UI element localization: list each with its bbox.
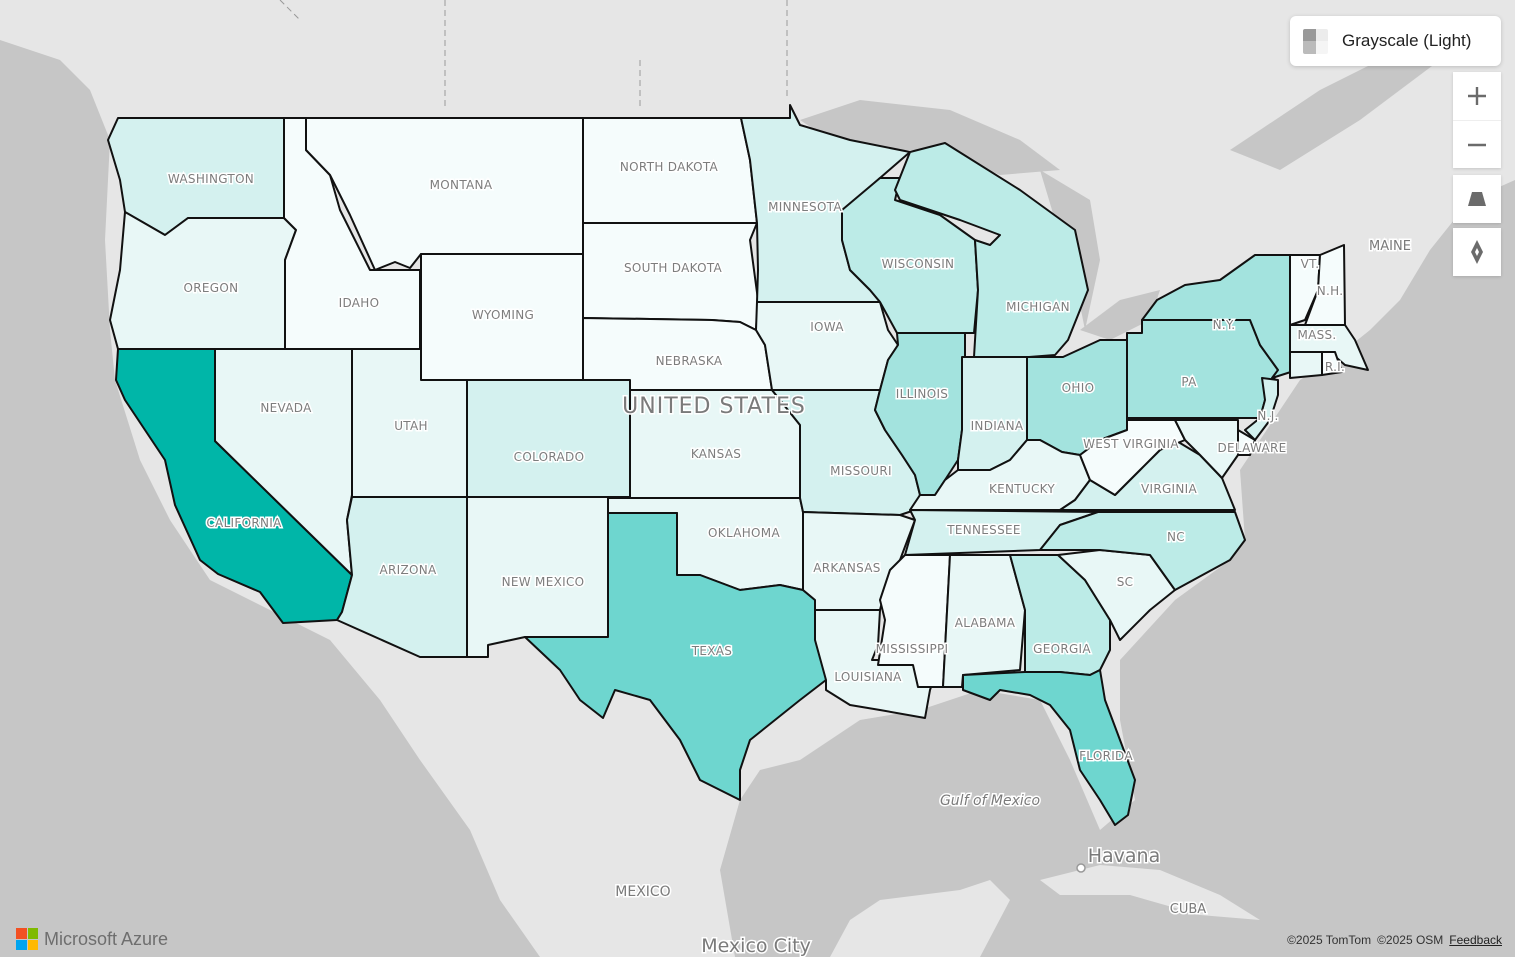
state-label: OKLAHOMA (708, 526, 780, 540)
state-label: MICHIGAN (1006, 300, 1070, 314)
state-label: WISCONSIN (882, 257, 955, 271)
country-label: UNITED STATES (622, 394, 806, 419)
state-label: ALABAMA (955, 616, 1016, 630)
state-label: UTAH (394, 419, 428, 433)
state-label: N.H. (1317, 284, 1344, 298)
map-style-picker[interactable]: Grayscale (Light) (1290, 16, 1501, 66)
pitch-icon (1468, 192, 1486, 206)
havana-label: Havana (1088, 845, 1161, 867)
state-label: NC (1167, 530, 1185, 544)
zoom-out-button[interactable] (1453, 121, 1501, 169)
state-label: MISSOURI (830, 464, 892, 478)
state-label: WASHINGTON (168, 172, 254, 186)
state-label: IOWA (810, 320, 844, 334)
state-label: ARKANSAS (813, 561, 880, 575)
map-canvas[interactable]: WASHINGTON OREGON CALIFORNIA NEVADA IDAHO MON… (0, 0, 1515, 957)
pitch-control (1453, 175, 1501, 223)
state-label: N.Y. (1213, 318, 1236, 332)
mexico-city-label: Mexico City (701, 935, 811, 957)
state-label: NEW MEXICO (502, 575, 585, 589)
state-label: ILLINOIS (896, 387, 948, 401)
zoom-in-button[interactable] (1453, 72, 1501, 121)
state-label: LOUISIANA (834, 670, 902, 684)
attrib-tomtom: ©2025 TomTom (1287, 933, 1372, 947)
state-label: INDIANA (971, 419, 1024, 433)
state-colorado[interactable] (466, 379, 631, 498)
state-label: CALIFORNIA (206, 516, 282, 530)
state-label: DELAWARE (1217, 441, 1286, 455)
state-label: KENTUCKY (989, 482, 1055, 496)
logo-text: Microsoft Azure (44, 928, 169, 949)
state-label: MASS. (1297, 328, 1336, 342)
state-label: WEST VIRGINIA (1083, 437, 1179, 451)
state-label: WYOMING (472, 308, 534, 322)
minus-icon (1468, 143, 1486, 147)
compass-icon (1471, 240, 1483, 264)
gulf-label: Gulf of Mexico (940, 793, 1040, 809)
state-label: SC (1117, 575, 1134, 589)
microsoft-logo-icon (16, 928, 38, 950)
zoom-control (1453, 72, 1501, 168)
state-label: R.I. (1325, 360, 1345, 374)
state-label: OHIO (1062, 381, 1095, 395)
compass-control (1453, 228, 1501, 276)
plus-icon (1468, 87, 1486, 105)
state-label: MONTANA (430, 178, 493, 192)
state-label: PA (1181, 375, 1197, 389)
compass-button[interactable] (1453, 228, 1501, 276)
state-label: VIRGINIA (1141, 482, 1198, 496)
attrib-osm: ©2025 OSM (1377, 933, 1444, 947)
state-iowa[interactable] (755, 301, 899, 391)
state-label: NEBRASKA (656, 354, 723, 368)
state-label: VT. (1301, 257, 1320, 271)
feedback-link[interactable]: Feedback (1449, 933, 1502, 947)
state-south-dakota[interactable] (582, 222, 759, 331)
pitch-button[interactable] (1453, 175, 1501, 223)
state-ct[interactable] (1289, 351, 1323, 379)
state-label: MINNESOTA (768, 200, 842, 214)
havana-marker (1076, 863, 1086, 873)
cuba-label: CUBA (1170, 902, 1207, 917)
maine-label: MAINE (1369, 239, 1411, 254)
state-label: NEVADA (260, 401, 312, 415)
state-label: TENNESSEE (946, 523, 1021, 537)
state-label: FLORIDA (1079, 749, 1133, 763)
state-label: ARIZONA (379, 563, 437, 577)
map-style-thumbnail-icon (1303, 28, 1328, 54)
state-label: OREGON (184, 281, 239, 295)
state-label: TEXAS (691, 644, 732, 658)
attribution: ©2025 TomTom ©2025 OSM Feedback (1287, 933, 1502, 947)
state-label: IDAHO (339, 296, 380, 310)
state-label: N.J. (1257, 409, 1278, 423)
state-label: MISSISSIPPI (876, 642, 949, 656)
state-label: GEORGIA (1033, 642, 1091, 656)
state-label: SOUTH DAKOTA (624, 261, 723, 275)
map-style-label: Grayscale (Light) (1342, 31, 1472, 50)
state-label: KANSAS (691, 447, 741, 461)
state-label: COLORADO (514, 450, 585, 464)
microsoft-azure-logo[interactable]: Microsoft Azure (16, 928, 168, 950)
state-label: NORTH DAKOTA (620, 160, 719, 174)
mexico-label: MEXICO (615, 884, 670, 900)
